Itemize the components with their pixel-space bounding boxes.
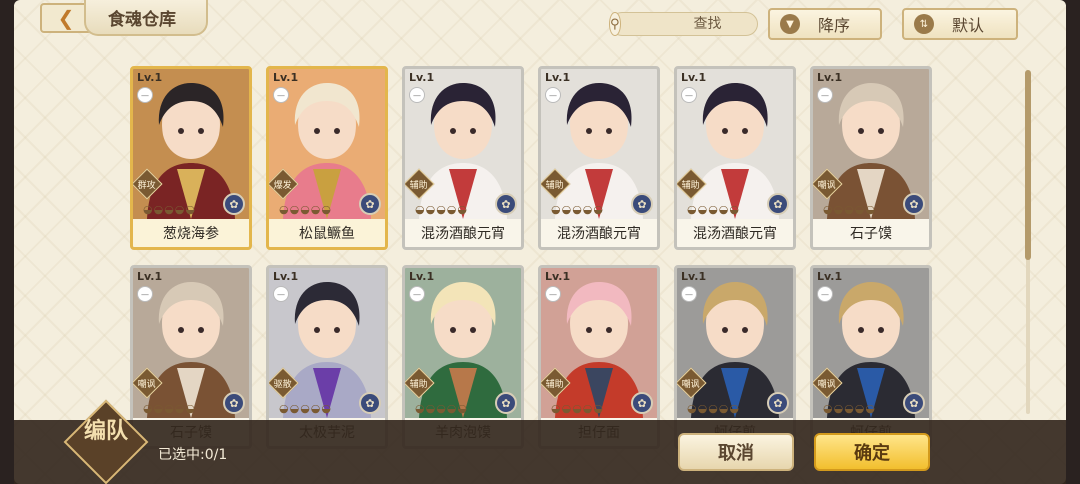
role-label: 嘲讽	[817, 379, 836, 390]
lock-icon[interactable]: —	[137, 87, 153, 103]
flower-emblem-icon: ✿	[495, 193, 517, 215]
page-title: 食魂仓库	[84, 0, 208, 36]
selected-count: 已选中:0/1	[158, 447, 228, 463]
card-level: Lv.1	[273, 270, 299, 283]
card-name: 混汤酒酿元宵	[541, 219, 657, 247]
flower-emblem-icon: ✿	[767, 193, 789, 215]
role-label: 爆发	[273, 180, 292, 191]
star-rating-icon: ◒◒◒◒◒	[143, 203, 196, 216]
filter-icon: ⇅	[914, 14, 934, 34]
role-label: 嘲讽	[137, 379, 156, 390]
lock-icon[interactable]: —	[409, 286, 425, 302]
star-rating-icon: ◒◒◒◒◒	[687, 402, 740, 415]
team-badge-label: 编队	[83, 418, 128, 444]
filter-default-label: 默认	[952, 16, 985, 35]
flower-emblem-icon: ✿	[631, 193, 653, 215]
flower-emblem-icon: ✿	[359, 193, 381, 215]
star-rating-icon: ◒◒◒◒◒	[415, 203, 468, 216]
star-rating-icon: ◒◒◒◒◒	[551, 203, 604, 216]
card-name: 混汤酒酿元宵	[405, 219, 521, 247]
character-card[interactable]: Lv.1 — 嘲讽 ◒◒◒◒◒ ✿ 石子馍	[810, 66, 932, 250]
lock-icon[interactable]: —	[545, 286, 561, 302]
scrollbar-thumb[interactable]	[1025, 70, 1031, 260]
character-card[interactable]: Lv.1 — 辅助 ◒◒◒◒◒ ✿ 混汤酒酿元宵	[538, 66, 660, 250]
search-icon: ⚲	[609, 12, 621, 36]
confirm-button[interactable]: 确定	[814, 433, 930, 471]
card-name: 石子馍	[813, 219, 929, 247]
card-name: 松鼠鳜鱼	[269, 219, 385, 247]
star-rating-icon: ◒◒◒◒◒	[823, 203, 876, 216]
role-label: 辅助	[545, 379, 564, 390]
role-label: 辅助	[681, 180, 700, 191]
star-rating-icon: ◒◒◒◒◒	[279, 203, 332, 216]
role-label: 嘲讽	[817, 180, 836, 191]
star-rating-icon: ◒◒◒◒◒	[415, 402, 468, 415]
back-arrow-icon: ❮	[57, 6, 75, 30]
star-rating-icon: ◒◒◒◒◒	[551, 402, 604, 415]
role-label: 群攻	[137, 180, 156, 191]
character-card[interactable]: Lv.1 — 辅助 ◒◒◒◒◒ ✿ 混汤酒酿元宵	[674, 66, 796, 250]
star-rating-icon: ◒◒◒◒◒	[687, 203, 740, 216]
role-label: 驱散	[273, 379, 292, 390]
filter-default-button[interactable]: ⇅ 默认	[902, 8, 1018, 40]
role-label: 辅助	[409, 379, 428, 390]
flower-emblem-icon: ✿	[903, 193, 925, 215]
lock-icon[interactable]: —	[681, 286, 697, 302]
lock-icon[interactable]: —	[817, 87, 833, 103]
flower-emblem-icon: ✿	[495, 392, 517, 414]
card-name: 葱烧海参	[133, 219, 249, 247]
lock-icon[interactable]: —	[545, 87, 561, 103]
role-label: 辅助	[545, 180, 564, 191]
card-level: Lv.1	[273, 71, 299, 84]
card-level: Lv.1	[137, 270, 163, 283]
card-level: Lv.1	[817, 71, 843, 84]
lock-icon[interactable]: —	[273, 87, 289, 103]
card-level: Lv.1	[681, 71, 707, 84]
flower-emblem-icon: ✿	[903, 392, 925, 414]
card-level: Lv.1	[545, 270, 571, 283]
lock-icon[interactable]: —	[409, 87, 425, 103]
lock-icon[interactable]: —	[273, 286, 289, 302]
star-rating-icon: ◒◒◒◒◒	[823, 402, 876, 415]
flower-emblem-icon: ✿	[223, 193, 245, 215]
sort-desc-label: 降序	[818, 16, 851, 35]
lock-icon[interactable]: —	[681, 87, 697, 103]
star-rating-icon: ◒◒◒◒◒	[143, 402, 196, 415]
flower-emblem-icon: ✿	[631, 392, 653, 414]
card-level: Lv.1	[681, 270, 707, 283]
sort-desc-icon: ▼	[780, 14, 800, 34]
character-card[interactable]: Lv.1 — 爆发 ◒◒◒◒◒ ✿ 松鼠鳜鱼	[266, 66, 388, 250]
flower-emblem-icon: ✿	[359, 392, 381, 414]
sort-desc-button[interactable]: ▼ 降序	[768, 8, 882, 40]
lock-icon[interactable]: —	[817, 286, 833, 302]
flower-emblem-icon: ✿	[223, 392, 245, 414]
card-name: 混汤酒酿元宵	[677, 219, 793, 247]
role-label: 辅助	[409, 180, 428, 191]
card-level: Lv.1	[137, 71, 163, 84]
lock-icon[interactable]: —	[137, 286, 153, 302]
card-level: Lv.1	[409, 270, 435, 283]
cancel-button[interactable]: 取消	[678, 433, 794, 471]
card-level: Lv.1	[409, 71, 435, 84]
card-level: Lv.1	[545, 71, 571, 84]
card-level: Lv.1	[817, 270, 843, 283]
character-card[interactable]: Lv.1 — 辅助 ◒◒◒◒◒ ✿ 混汤酒酿元宵	[402, 66, 524, 250]
character-card[interactable]: Lv.1 — 群攻 ◒◒◒◒◒ ✿ 葱烧海参	[130, 66, 252, 250]
star-rating-icon: ◒◒◒◒◒	[279, 402, 332, 415]
flower-emblem-icon: ✿	[767, 392, 789, 414]
role-label: 嘲讽	[681, 379, 700, 390]
search-box[interactable]: ⚲ ✕	[609, 12, 807, 36]
